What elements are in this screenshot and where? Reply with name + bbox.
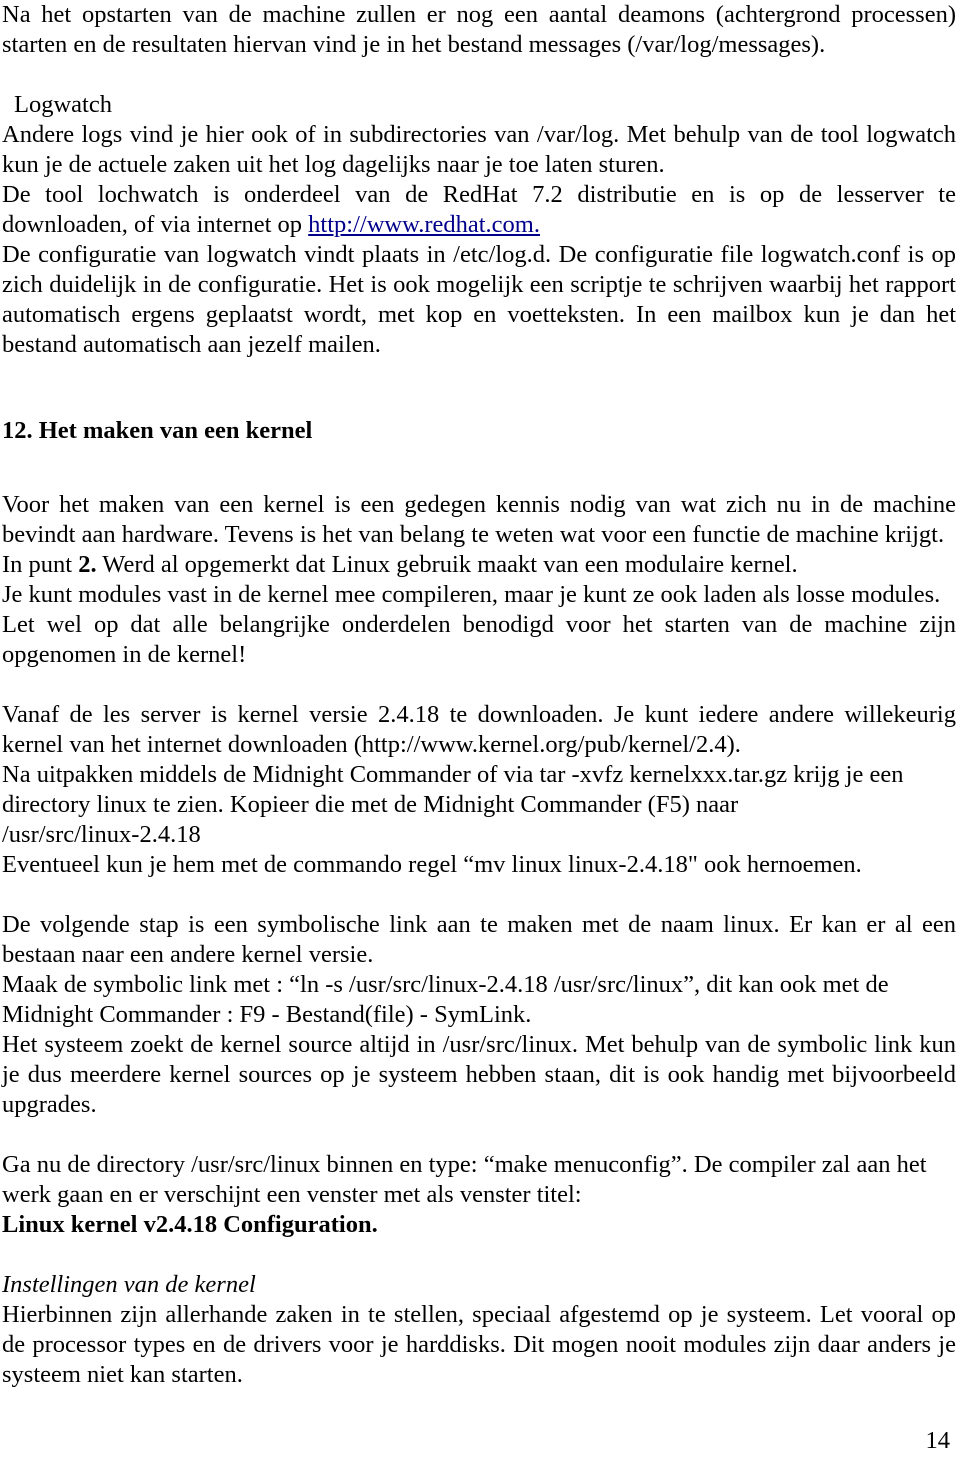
kernel-paragraph-1: Voor het maken van een kernel is een ged… <box>2 491 956 548</box>
symlink-paragraph-3: Het systeem zoekt de kernel source altij… <box>2 1031 956 1118</box>
kernel-paragraph-2-prefix: In punt <box>2 551 79 578</box>
settings-heading: Instellingen van de kernel <box>2 1271 256 1298</box>
symlink-paragraph-2: Maak de symbolic link met : “ln -s /usr/… <box>2 971 889 1028</box>
redhat-link[interactable]: http://www.redhat.com. <box>308 211 540 238</box>
kernel-paragraph-2-bold-ref: 2. <box>78 551 97 578</box>
kernel-paragraph-3: Je kunt modules vast in de kernel mee co… <box>2 581 941 608</box>
symlink-paragraph-1: De volgende stap is een symbolische link… <box>2 911 956 968</box>
section-12-heading: 12. Het maken van een kernel <box>2 417 313 444</box>
menuconfig-paragraph-1: Ga nu de directory /usr/src/linux binnen… <box>2 1151 927 1208</box>
page-number: 14 <box>925 1427 951 1454</box>
kernel-paragraph-2-suffix: Werd al opgemerkt dat Linux gebruik maak… <box>96 551 798 578</box>
kernel-paragraph-2: In punt 2. Werd al opgemerkt dat Linux g… <box>2 550 956 580</box>
logwatch-paragraph-3: De configuratie van logwatch vindt plaat… <box>2 241 956 358</box>
settings-paragraph-1: Hierbinnen zijn allerhande zaken in te s… <box>2 1301 956 1388</box>
download-path: /usr/src/linux-2.4.18 <box>2 821 201 848</box>
menuconfig-window-title: Linux kernel v2.4.18 Configuration. <box>2 1211 378 1238</box>
logwatch-paragraph-2: De tool lochwatch is onderdeel van de Re… <box>2 180 956 240</box>
logwatch-heading: Logwatch <box>14 91 112 118</box>
kernel-paragraph-4: Let wel op dat alle belangrijke onderdel… <box>2 611 956 668</box>
download-paragraph-2: Na uitpakken middels de Midnight Command… <box>2 761 904 818</box>
logwatch-paragraph-1: Andere logs vind je hier ook of in subdi… <box>2 121 956 178</box>
document-page: Na het opstarten van de machine zullen e… <box>0 0 960 1464</box>
download-paragraph-3: Eventueel kun je hem met de commando reg… <box>2 851 862 878</box>
intro-paragraph: Na het opstarten van de machine zullen e… <box>2 1 956 58</box>
download-paragraph-1: Vanaf de les server is kernel versie 2.4… <box>2 701 956 758</box>
